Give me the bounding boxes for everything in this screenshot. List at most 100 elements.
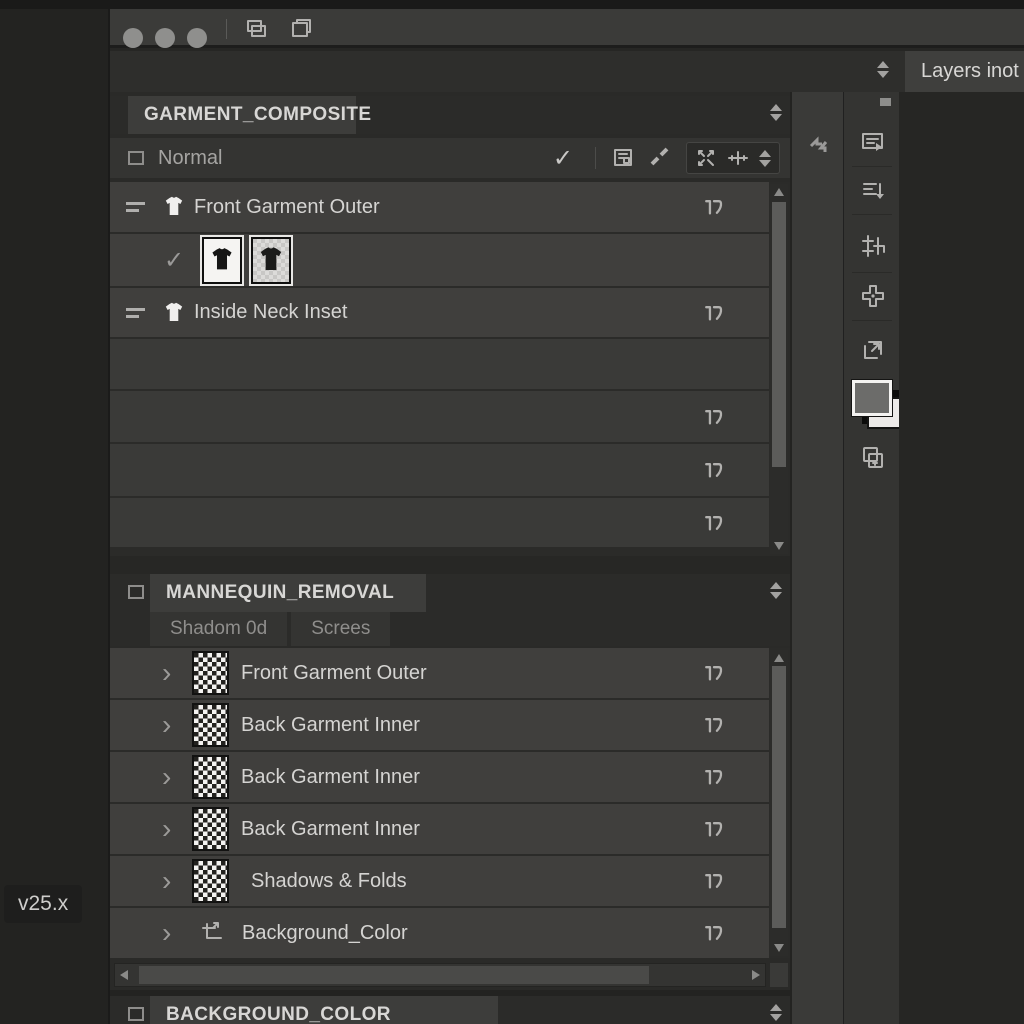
bounding-bracket-icon[interactable] [703, 766, 725, 788]
subtab-shadow[interactable]: Shadom 0d [150, 612, 287, 646]
bounding-bracket-icon[interactable] [703, 406, 725, 428]
layer-label: Front Garment Outer [194, 196, 380, 219]
panel-checkbox[interactable] [128, 585, 144, 599]
layer-row-inside-neck-inset[interactable]: Inside Neck Inset [110, 288, 769, 337]
confirm-check-icon[interactable]: ✓ [553, 144, 573, 173]
layer-row-shadows-folds[interactable]: › Shadows & Folds [110, 856, 769, 906]
panel-spinner-icon[interactable] [770, 1004, 782, 1021]
horizontal-scrollbar[interactable] [114, 963, 766, 987]
transparency-thumbnail[interactable] [192, 755, 229, 799]
scroll-thumb[interactable] [139, 966, 649, 984]
layer-row-back-garment-inner[interactable]: › Back Garment Inner [110, 804, 769, 854]
bounding-bracket-icon[interactable] [703, 870, 725, 892]
layer-row-background-color[interactable]: › Background_Color [110, 908, 769, 958]
blend-checkbox[interactable] [128, 151, 144, 165]
chevron-right-icon[interactable]: › [162, 867, 184, 895]
chevron-right-icon[interactable]: › [162, 919, 184, 947]
transparency-thumbnail[interactable] [192, 703, 229, 747]
blend-mode-value[interactable]: Normal [158, 147, 222, 170]
empty-layer-row[interactable] [110, 498, 769, 547]
vertical-scrollbar[interactable] [770, 184, 788, 554]
bounding-bracket-icon[interactable] [703, 512, 725, 534]
panel-title: GARMENT_COMPOSITE [128, 104, 371, 126]
crop-adjust-icon[interactable] [198, 919, 226, 947]
thumbnail-row[interactable]: ✓ [110, 234, 769, 286]
duplicate-layer-icon[interactable] [859, 444, 887, 472]
chevron-right-icon[interactable]: › [162, 763, 184, 791]
bounding-bracket-icon[interactable] [703, 196, 725, 218]
merge-arrows-icon[interactable] [695, 147, 717, 169]
layer-thumbnail-checker[interactable] [251, 237, 291, 284]
scroll-left-icon[interactable] [120, 970, 128, 980]
sidebar-separator [852, 272, 892, 273]
sidebar-handle[interactable] [880, 98, 891, 106]
layer-row-front-garment-outer[interactable]: Front Garment Outer [110, 182, 769, 232]
tab-layers[interactable]: Layers inot [905, 51, 1024, 92]
empty-layer-row[interactable] [110, 444, 769, 496]
layer-list-play-icon[interactable] [859, 128, 887, 156]
background-color-tab[interactable]: BACKGROUND_COLOR [150, 996, 498, 1024]
layer-thumbnail-white[interactable] [202, 237, 242, 284]
bounding-bracket-icon[interactable] [703, 459, 725, 481]
panel-header-background-color[interactable]: BACKGROUND_COLOR [110, 996, 790, 1024]
sort-layers-down-icon[interactable] [859, 176, 887, 204]
duplicate-window-icon[interactable] [244, 17, 268, 41]
collapse-panel-icon[interactable] [808, 134, 830, 156]
mid-column [790, 92, 843, 1024]
subtab-screen[interactable]: Screes [291, 612, 390, 646]
check-icon[interactable]: ✓ [164, 246, 184, 275]
scroll-down-icon[interactable] [774, 542, 784, 550]
foreground-color-swatch[interactable] [852, 380, 892, 416]
chevron-right-icon[interactable]: › [162, 659, 184, 687]
scroll-up-icon[interactable] [774, 654, 784, 662]
restore-window-icon[interactable] [289, 17, 313, 41]
window-close-button[interactable] [123, 28, 143, 48]
align-slider-icon[interactable] [727, 147, 749, 169]
titlebar [110, 9, 1024, 48]
scroll-down-icon[interactable] [774, 944, 784, 952]
mannequin-removal-tab[interactable]: MANNEQUIN_REMOVAL [150, 574, 426, 612]
chevron-right-icon[interactable]: › [162, 711, 184, 739]
transparency-thumbnail[interactable] [192, 807, 229, 851]
transparency-thumbnail[interactable] [192, 651, 229, 695]
bounding-bracket-icon[interactable] [703, 818, 725, 840]
panel-title: BACKGROUND_COLOR [150, 1004, 391, 1024]
right-background [899, 92, 1024, 1024]
scroll-up-icon[interactable] [774, 188, 784, 196]
tshirt-icon [162, 300, 186, 326]
bounding-bracket-icon[interactable] [703, 302, 725, 324]
chevron-right-icon[interactable]: › [162, 815, 184, 843]
panels-column: GARMENT_COMPOSITE Normal ✓ [110, 92, 790, 1024]
garment-composite-tab[interactable]: GARMENT_COMPOSITE [128, 96, 356, 134]
layer-row-back-garment-inner[interactable]: › Back Garment Inner [110, 700, 769, 750]
smart-filter-icon[interactable] [612, 146, 636, 170]
dpad-cross-icon[interactable] [859, 282, 887, 310]
align-distribute-icon[interactable] [859, 232, 887, 260]
panel-spinner-icon[interactable] [877, 61, 889, 78]
panel-header-mannequin-removal[interactable]: MANNEQUIN_REMOVAL [110, 574, 790, 612]
layer-row-front-garment-outer[interactable]: › Front Garment Outer [110, 648, 769, 698]
panel-spinner-icon[interactable] [770, 582, 782, 599]
window-zoom-button[interactable] [187, 28, 207, 48]
top-dark-band [0, 0, 1024, 9]
layer-row-back-garment-inner[interactable]: › Back Garment Inner [110, 752, 769, 802]
bounding-bracket-icon[interactable] [703, 662, 725, 684]
panel-checkbox[interactable] [128, 1007, 144, 1021]
scroll-right-icon[interactable] [752, 970, 760, 980]
vertical-scrollbar[interactable] [770, 650, 788, 956]
bounding-bracket-icon[interactable] [703, 922, 725, 944]
scroll-thumb[interactable] [772, 666, 786, 928]
version-badge: v25.x [4, 885, 82, 923]
panel-spinner-icon[interactable] [770, 104, 782, 121]
foreground-background-swatches[interactable] [850, 380, 906, 434]
value-spinner-icon[interactable] [759, 150, 771, 167]
link-icon[interactable] [648, 146, 672, 170]
scroll-thumb[interactable] [772, 202, 786, 467]
transparency-thumbnail[interactable] [192, 859, 229, 903]
panel-header-garment-composite[interactable]: GARMENT_COMPOSITE [110, 96, 790, 134]
bounding-bracket-icon[interactable] [703, 714, 725, 736]
empty-layer-row[interactable] [110, 339, 769, 389]
export-frame-icon[interactable] [859, 336, 887, 364]
empty-layer-row[interactable] [110, 391, 769, 442]
window-minimize-button[interactable] [155, 28, 175, 48]
